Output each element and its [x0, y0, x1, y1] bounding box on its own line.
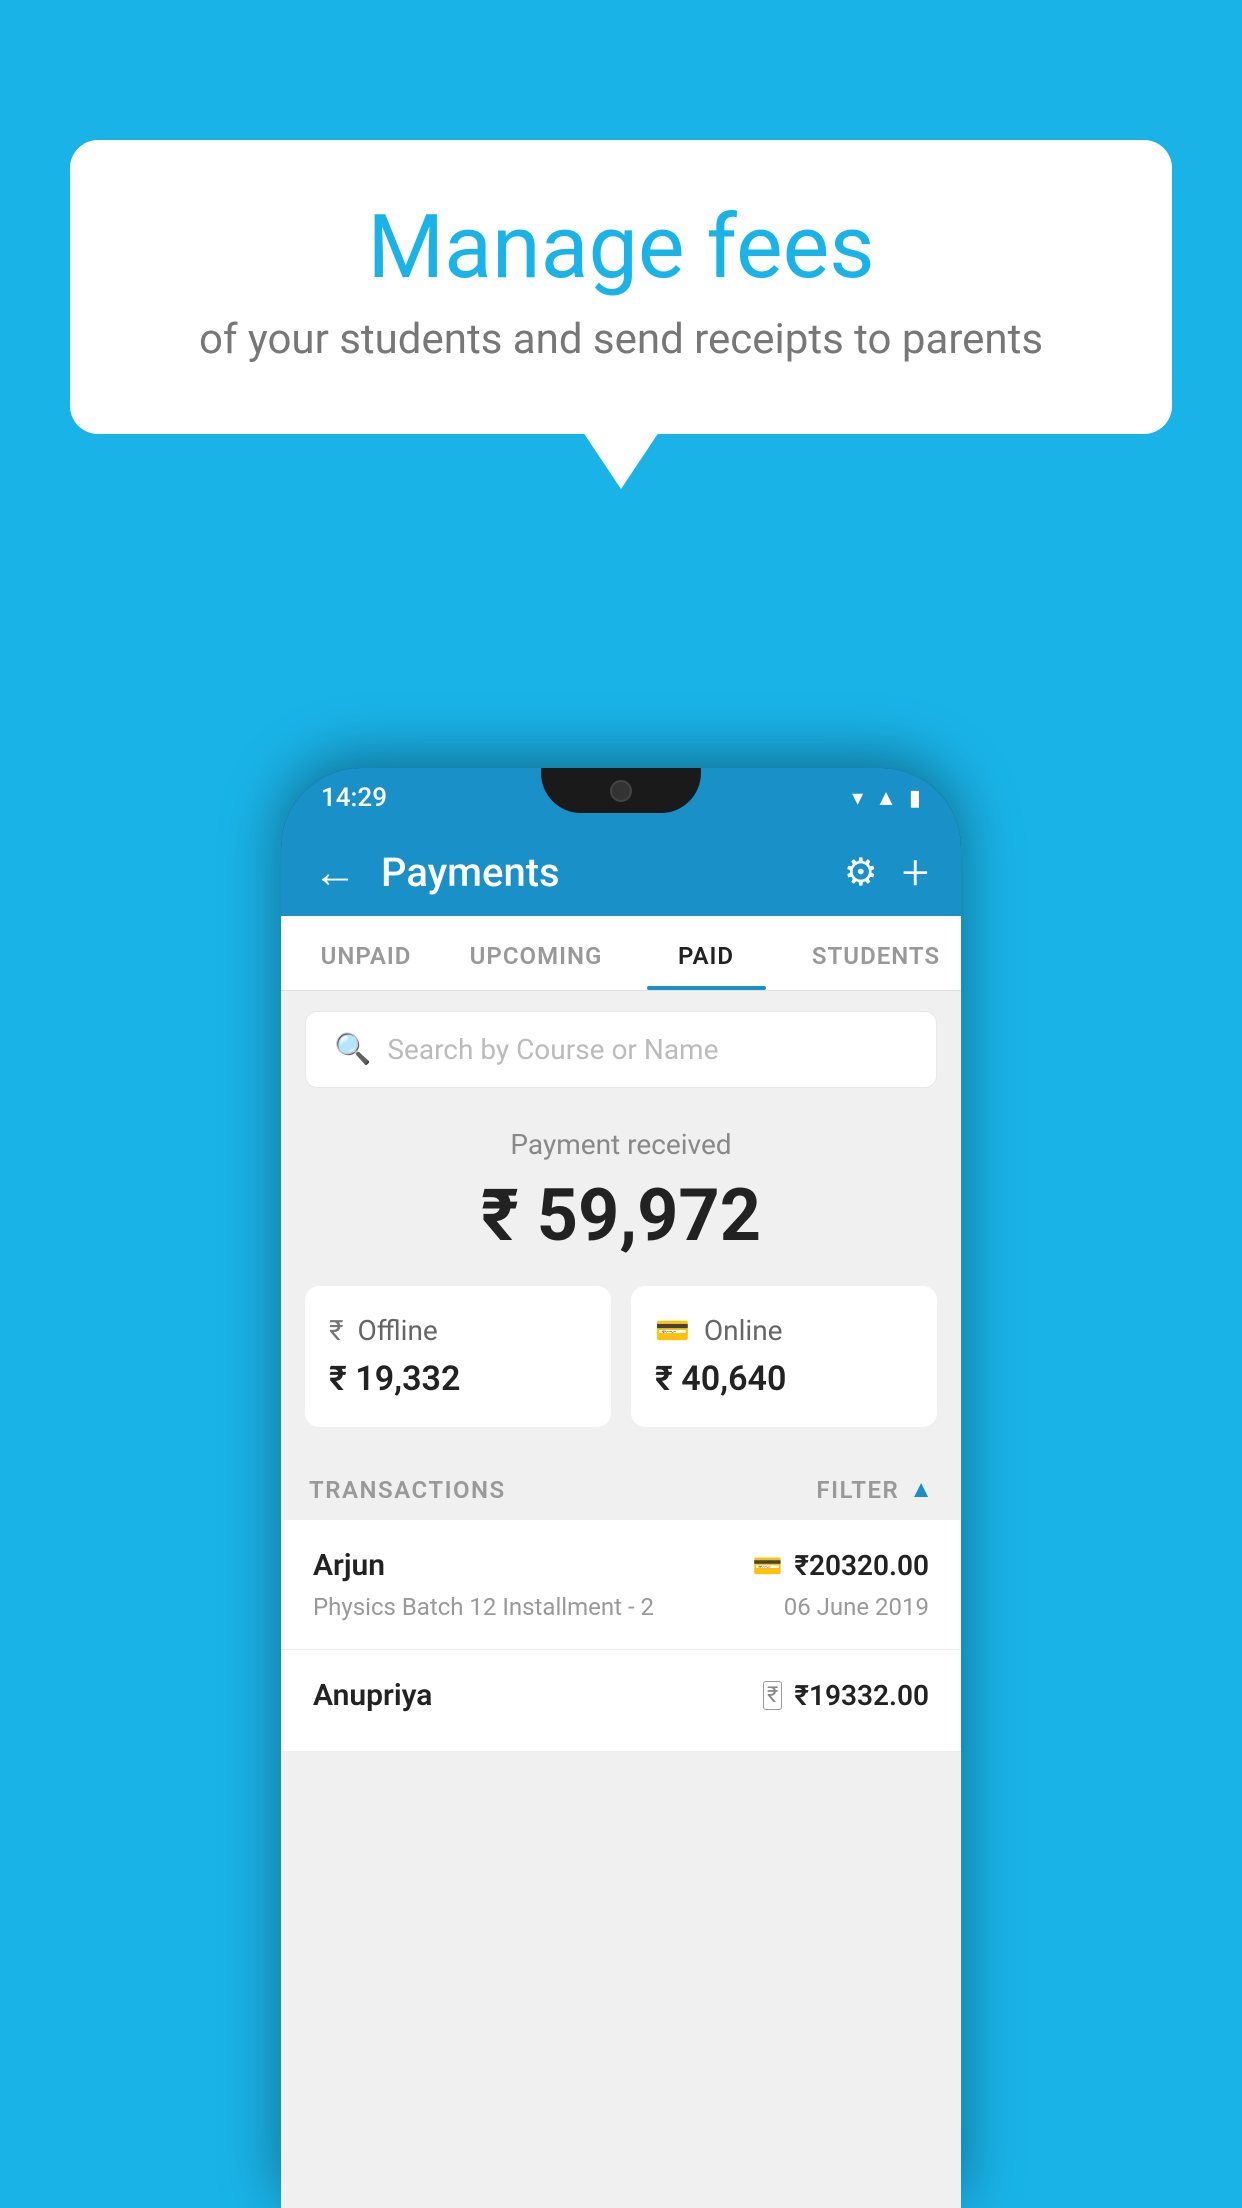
camera [610, 780, 632, 802]
toolbar-title: Payments [381, 849, 820, 896]
phone-notch [541, 768, 701, 813]
filter-icon: ▲ [909, 1475, 933, 1504]
transaction-item[interactable]: Anupriya ₹ ₹19332.00 [281, 1650, 961, 1752]
transaction-payment-icon: 💳 [753, 1552, 783, 1580]
payment-cards: ₹ Offline ₹ 19,332 💳 Online ₹ 40,640 [281, 1286, 961, 1455]
transaction-payment-icon: ₹ [763, 1681, 782, 1710]
transaction-item[interactable]: Arjun 💳 ₹20320.00 Physics Batch 12 Insta… [281, 1520, 961, 1650]
payment-total-amount: ₹ 59,972 [305, 1173, 937, 1258]
tabs-bar: UNPAID UPCOMING PAID STUDENTS [281, 916, 961, 991]
online-card: 💳 Online ₹ 40,640 [631, 1286, 937, 1427]
battery-icon: ▮ [909, 786, 921, 811]
phone-frame: 14:29 ▾ ▲ ▮ ← Payments ⚙ + UNPAID UPCOMI… [281, 768, 961, 2208]
search-icon: 🔍 [334, 1032, 371, 1067]
search-bar[interactable]: 🔍 Search by Course or Name [305, 1011, 937, 1088]
transaction-amount-wrap: ₹ ₹19332.00 [763, 1679, 929, 1712]
transaction-date: 06 June 2019 [784, 1593, 929, 1621]
bubble-subtitle: of your students and send receipts to pa… [150, 315, 1092, 364]
tab-students[interactable]: STUDENTS [791, 916, 961, 990]
speech-bubble: Manage fees of your students and send re… [70, 140, 1172, 434]
offline-label: Offline [357, 1314, 437, 1347]
transaction-name: Arjun [313, 1548, 385, 1583]
signal-icon: ▲ [875, 785, 897, 811]
back-button[interactable]: ← [313, 850, 357, 894]
offline-amount: ₹ 19,332 [329, 1359, 587, 1399]
tab-unpaid[interactable]: UNPAID [281, 916, 451, 990]
card-icon: 💳 [655, 1314, 690, 1347]
status-icons: ▾ ▲ ▮ [852, 785, 921, 811]
phone-toolbar: ← Payments ⚙ + [281, 828, 961, 916]
online-amount: ₹ 40,640 [655, 1359, 913, 1399]
filter-row[interactable]: FILTER ▲ [816, 1475, 933, 1504]
transaction-list: Arjun 💳 ₹20320.00 Physics Batch 12 Insta… [281, 1520, 961, 1752]
filter-label: FILTER [816, 1476, 899, 1504]
offline-icon: ₹ [329, 1314, 343, 1347]
transaction-amount: ₹19332.00 [794, 1679, 929, 1712]
transactions-label: TRANSACTIONS [309, 1476, 506, 1504]
payment-summary: Payment received ₹ 59,972 [281, 1088, 961, 1286]
online-label: Online [704, 1314, 783, 1347]
settings-button[interactable]: ⚙ [844, 850, 878, 895]
tab-paid[interactable]: PAID [621, 916, 791, 990]
status-time: 14:29 [321, 783, 387, 813]
speech-bubble-container: Manage fees of your students and send re… [70, 140, 1172, 434]
transactions-header: TRANSACTIONS FILTER ▲ [281, 1455, 961, 1520]
phone-screen: UNPAID UPCOMING PAID STUDENTS 🔍 Search b… [281, 916, 961, 2208]
offline-card: ₹ Offline ₹ 19,332 [305, 1286, 611, 1427]
tab-upcoming[interactable]: UPCOMING [451, 916, 621, 990]
transaction-amount: ₹20320.00 [794, 1549, 929, 1582]
wifi-icon: ▾ [852, 786, 863, 811]
search-placeholder: Search by Course or Name [387, 1033, 718, 1066]
add-button[interactable]: + [902, 844, 929, 901]
bubble-title: Manage fees [150, 200, 1092, 297]
payment-received-label: Payment received [305, 1128, 937, 1161]
transaction-course: Physics Batch 12 Installment - 2 [313, 1593, 654, 1621]
transaction-name: Anupriya [313, 1678, 432, 1713]
status-bar: 14:29 ▾ ▲ ▮ [281, 768, 961, 828]
transaction-amount-wrap: 💳 ₹20320.00 [753, 1549, 930, 1582]
